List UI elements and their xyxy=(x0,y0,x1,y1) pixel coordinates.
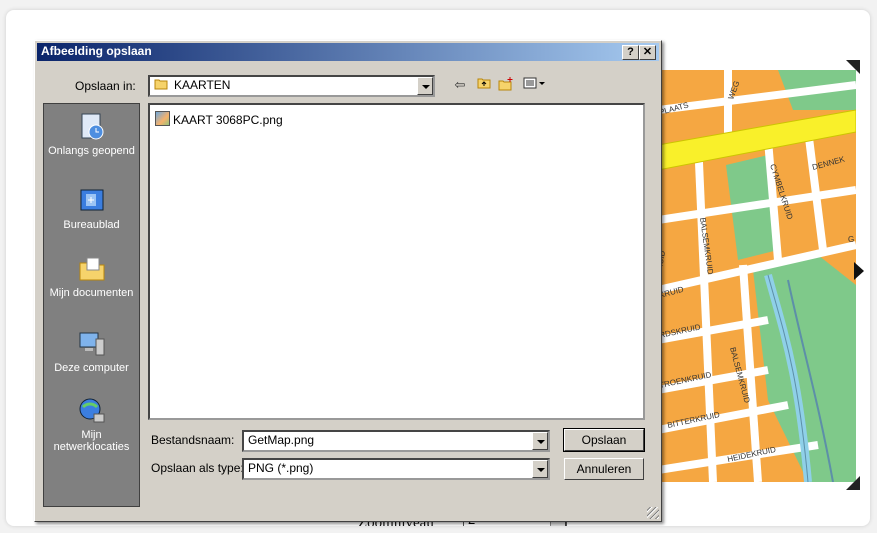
resize-grip[interactable] xyxy=(647,507,659,519)
recent-icon xyxy=(81,113,103,140)
type-dropdown-button[interactable] xyxy=(532,460,548,478)
help-button[interactable]: ? xyxy=(622,45,639,60)
filename-value: GetMap.png xyxy=(248,433,315,447)
back-icon[interactable]: ⇦ xyxy=(451,77,469,93)
filename-label: Bestandsnaam: xyxy=(151,433,235,447)
new-folder-icon[interactable] xyxy=(497,77,515,93)
place-label: Mijn documenten xyxy=(49,287,134,299)
map-label: G xyxy=(848,235,854,244)
up-folder-icon[interactable] xyxy=(475,77,493,93)
type-value: PNG (*.png) xyxy=(248,461,314,475)
file-name: KAART 3068PC.png xyxy=(173,113,283,127)
place-my-computer[interactable]: Deze computer xyxy=(44,329,139,374)
save-in-select[interactable]: KAARTEN xyxy=(148,75,435,97)
png-file-icon xyxy=(155,111,170,126)
map-image[interactable]: PLAATS WEG DENNEK CYMBELKRUID BALSEMKRUI… xyxy=(658,70,856,482)
network-icon xyxy=(79,398,104,423)
save-dialog: Afbeelding opslaan ? ✕ Opslaan in: KAART… xyxy=(34,40,662,522)
place-label: Onlangs geopend xyxy=(48,145,135,157)
save-in-label: Opslaan in: xyxy=(75,79,136,93)
dialog-title: Afbeelding opslaan xyxy=(41,44,152,58)
my-documents-icon xyxy=(79,257,104,281)
type-label: Opslaan als type: xyxy=(151,461,244,475)
place-desktop[interactable]: Bureaublad xyxy=(44,186,139,231)
place-my-documents[interactable]: Mijn documenten xyxy=(44,254,139,299)
place-recent[interactable]: Onlangs geopend xyxy=(44,112,139,157)
view-menu-icon[interactable] xyxy=(521,77,547,93)
place-label: Bureaublad xyxy=(63,219,120,231)
place-network[interactable]: Mijn netwerklocaties xyxy=(44,396,139,453)
dialog-titlebar[interactable]: Afbeelding opslaan ? ✕ xyxy=(37,43,659,61)
map-corner-bottom-right xyxy=(846,476,860,490)
desktop-icon xyxy=(80,189,103,211)
places-bar: Onlangs geopend Bureaublad Mijn document… xyxy=(43,103,140,507)
page: PLAATS WEG DENNEK CYMBELKRUID BALSEMKRUI… xyxy=(6,10,870,526)
filename-dropdown-button[interactable] xyxy=(532,432,548,450)
save-in-value: KAARTEN xyxy=(174,78,231,92)
place-label: Deze computer xyxy=(54,362,129,374)
filename-input[interactable]: GetMap.png xyxy=(242,430,550,452)
my-computer-icon xyxy=(79,332,104,356)
save-button[interactable]: Opslaan xyxy=(563,428,645,452)
save-in-dropdown-button[interactable] xyxy=(417,77,433,95)
type-select[interactable]: PNG (*.png) xyxy=(242,458,550,480)
map-arrow-right[interactable] xyxy=(854,262,864,280)
file-list[interactable]: KAART 3068PC.png xyxy=(148,103,645,420)
map-corner-top-right xyxy=(846,60,860,74)
close-button[interactable]: ✕ xyxy=(639,45,656,60)
cancel-button[interactable]: Annuleren xyxy=(564,458,644,480)
place-label: Mijn netwerklocaties xyxy=(53,429,130,453)
file-item[interactable]: KAART 3068PC.png xyxy=(155,111,283,127)
folder-icon xyxy=(154,78,168,92)
